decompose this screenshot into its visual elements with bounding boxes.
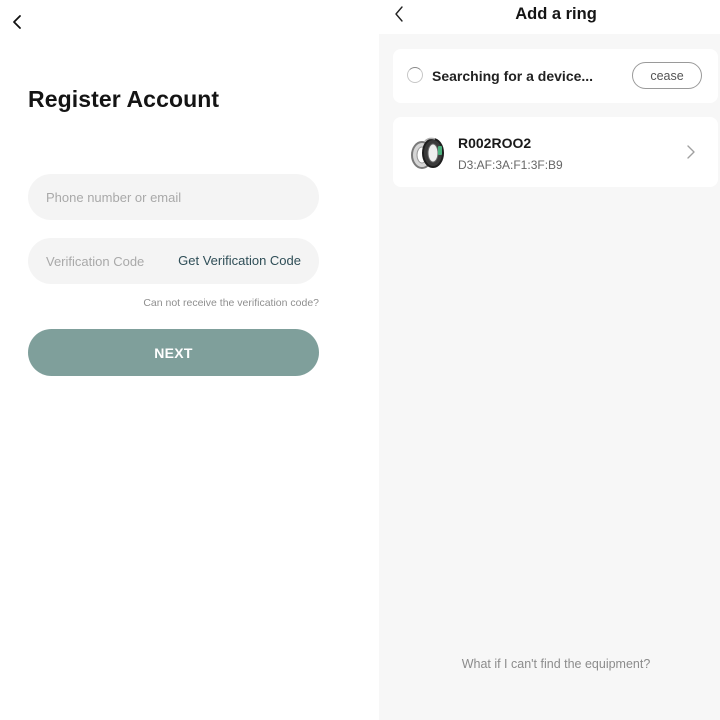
phone-email-field[interactable] bbox=[28, 174, 319, 220]
ring-device-icon bbox=[411, 137, 444, 169]
verification-code-field[interactable]: Get Verification Code bbox=[28, 238, 319, 284]
add-ring-screen: Add a ring Searching for a device... cea… bbox=[379, 0, 720, 720]
next-button[interactable]: NEXT bbox=[28, 329, 319, 376]
verification-code-input[interactable] bbox=[46, 238, 171, 284]
loading-spinner-icon bbox=[407, 67, 423, 83]
page-title: Add a ring bbox=[515, 5, 597, 23]
device-list-item[interactable]: R002ROO2 D3:AF:3A:F1:3F:B9 bbox=[393, 117, 718, 187]
back-button[interactable] bbox=[5, 10, 29, 34]
device-mac-address: D3:AF:3A:F1:3F:B9 bbox=[458, 158, 563, 172]
chevron-right-icon bbox=[687, 145, 695, 159]
phone-email-input[interactable] bbox=[46, 174, 301, 220]
search-status-text: Searching for a device... bbox=[432, 68, 594, 84]
page-title: Register Account bbox=[28, 86, 220, 112]
cease-button[interactable]: cease bbox=[632, 62, 702, 89]
get-verification-code-button[interactable]: Get Verification Code bbox=[178, 238, 301, 284]
register-account-screen: Register Account Get Verification Code C… bbox=[0, 0, 379, 720]
search-status-card: Searching for a device... cease bbox=[393, 49, 718, 103]
cant-receive-code-link[interactable]: Can not receive the verification code? bbox=[143, 297, 319, 309]
chevron-left-icon bbox=[13, 15, 21, 29]
cant-find-equipment-link[interactable]: What if I can't find the equipment? bbox=[379, 657, 720, 671]
device-name: R002ROO2 bbox=[458, 135, 532, 151]
header-bar: Add a ring bbox=[379, 0, 720, 34]
